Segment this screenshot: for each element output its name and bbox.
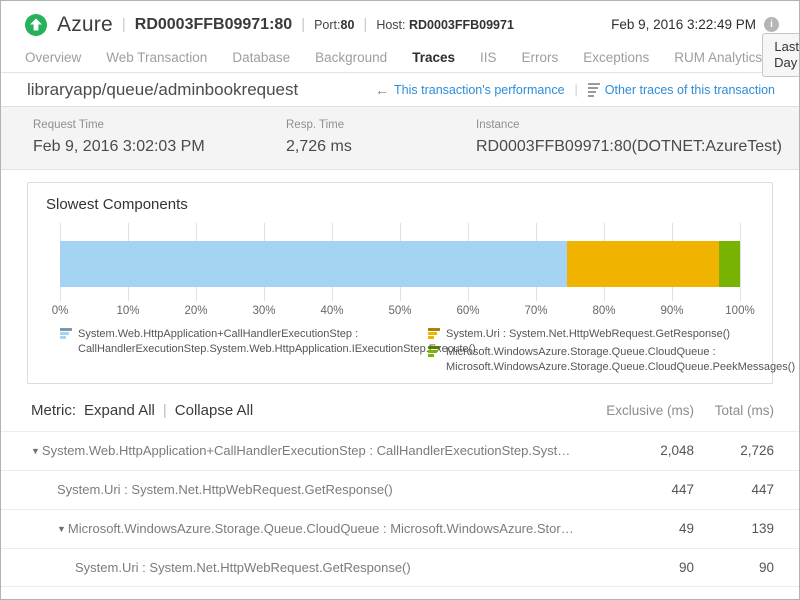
- collapse-arrow-icon[interactable]: ▼: [57, 524, 66, 534]
- exclusive-ms-value: 447: [584, 482, 694, 497]
- instance-value: RD0003FFB09971:80(DOTNET:AzureTest): [476, 138, 782, 156]
- legend-swatch-icon: [428, 346, 440, 375]
- response-time-value: 2,726 ms: [286, 138, 476, 156]
- trace-list-icon: [588, 83, 600, 97]
- header: Azure | RD0003FFB09971:80 | Port:80 | Ho…: [1, 1, 799, 39]
- stacked-bar-chart: 0% 10% 20% 30% 40% 50% 60% 70% 80% 90% 1…: [60, 223, 740, 323]
- separator: |: [575, 83, 578, 97]
- x-tick: 0%: [52, 305, 69, 317]
- app-window: Azure | RD0003FFB09971:80 | Port:80 | Ho…: [0, 0, 800, 600]
- instance-name: RD0003FFB09971:80: [135, 16, 292, 34]
- metric-table-header: Metric: Expand All | Collapse All Exclus…: [1, 394, 799, 431]
- arrow-left-icon: ←: [375, 82, 389, 98]
- current-timestamp: Feb 9, 2016 3:22:49 PM: [611, 17, 756, 32]
- chart-title: Slowest Components: [46, 196, 772, 213]
- slowest-components-panel: Slowest Components 0% 10% 20% 30% 40% 50…: [27, 182, 773, 384]
- separator: |: [122, 16, 126, 33]
- response-time-label: Resp. Time: [286, 119, 476, 131]
- header-time: Feb 9, 2016 3:22:49 PM i: [611, 17, 779, 32]
- expand-all-button[interactable]: Expand All: [84, 402, 155, 419]
- nav-actions: Last 1 Day▼ ≡: [762, 33, 800, 76]
- tab-database[interactable]: Database: [232, 50, 290, 65]
- app-status-icon: [25, 14, 47, 36]
- table-row[interactable]: ▼System.Uri : System.Net.HttpWebRequest.…: [1, 548, 799, 587]
- metric-name: ▼System.Uri : System.Net.HttpWebRequest.…: [31, 482, 584, 497]
- collapse-arrow-icon[interactable]: ▼: [31, 446, 40, 456]
- x-tick: 70%: [524, 305, 547, 317]
- total-ms-value: 447: [694, 482, 774, 497]
- transaction-links: ← This transaction's performance | Other…: [375, 82, 775, 98]
- exclusive-ms-value: 2,048: [584, 443, 694, 458]
- metric-name: ▼Microsoft.WindowsAzure.Storage.Queue.Cl…: [31, 521, 584, 536]
- table-row[interactable]: ▼System.Web.HttpApplication+CallHandlerE…: [1, 431, 799, 470]
- legend-swatch-icon: [428, 328, 440, 342]
- total-column-header: Total (ms): [694, 403, 774, 418]
- instance-label: Instance: [476, 119, 782, 131]
- host-info: Host: RD0003FFB09971: [376, 18, 514, 32]
- total-ms-value: 2,726: [694, 443, 774, 458]
- legend-swatch-icon: [60, 328, 72, 357]
- info-icon[interactable]: i: [764, 17, 779, 32]
- metric-label: Metric:: [31, 402, 76, 419]
- port-info: Port:80: [314, 18, 354, 32]
- instance-cell: Instance RD0003FFB09971:80(DOTNET:AzureT…: [476, 119, 782, 156]
- app-identity: Azure | RD0003FFB09971:80 | Port:80 | Ho…: [25, 13, 514, 37]
- tab-rum-analytics[interactable]: RUM Analytics: [674, 50, 762, 65]
- nav-bar: Overview Web Transaction Database Backgr…: [1, 39, 799, 73]
- metric-table: Metric: Expand All | Collapse All Exclus…: [1, 394, 799, 587]
- table-row[interactable]: ▼System.Uri : System.Net.HttpWebRequest.…: [1, 470, 799, 509]
- total-ms-value: 139: [694, 521, 774, 536]
- collapse-all-button[interactable]: Collapse All: [175, 402, 253, 419]
- x-tick: 100%: [725, 305, 754, 317]
- app-name: Azure: [57, 13, 113, 37]
- legend-item: System.Uri : System.Net.HttpWebRequest.G…: [428, 327, 776, 342]
- separator: |: [301, 16, 305, 33]
- tab-web-transaction[interactable]: Web Transaction: [106, 50, 207, 65]
- legend-item: System.Web.HttpApplication+CallHandlerEx…: [60, 327, 428, 357]
- separator: |: [163, 402, 167, 419]
- x-tick: 90%: [660, 305, 683, 317]
- time-range-dropdown[interactable]: Last 1 Day▼: [762, 33, 800, 76]
- exclusive-ms-value: 49: [584, 521, 694, 536]
- gridline: [740, 223, 741, 301]
- request-time-label: Request Time: [33, 119, 286, 131]
- page-title: libraryapp/queue/adminbookrequest: [27, 80, 298, 100]
- total-ms-value: 90: [694, 560, 774, 575]
- tab-bar: Overview Web Transaction Database Backgr…: [25, 50, 762, 65]
- x-tick: 20%: [184, 305, 207, 317]
- bar-segment-getresponse[interactable]: [567, 241, 719, 287]
- x-tick: 40%: [320, 305, 343, 317]
- metric-controls: Metric: Expand All | Collapse All: [31, 402, 253, 419]
- bar-segment-execute[interactable]: [60, 241, 567, 287]
- exclusive-column-header: Exclusive (ms): [584, 403, 694, 418]
- legend-item: Microsoft.WindowsAzure.Storage.Queue.Clo…: [428, 345, 776, 375]
- request-time-cell: Request Time Feb 9, 2016 3:02:03 PM: [33, 119, 286, 156]
- other-traces-link[interactable]: Other traces of this transaction: [588, 83, 775, 97]
- tab-errors[interactable]: Errors: [522, 50, 559, 65]
- separator: |: [363, 16, 367, 33]
- metric-name: ▼System.Web.HttpApplication+CallHandlerE…: [31, 443, 584, 458]
- bar-segment-peekmessages[interactable]: [719, 241, 740, 287]
- tab-iis[interactable]: IIS: [480, 50, 497, 65]
- x-tick: 10%: [116, 305, 139, 317]
- tab-traces[interactable]: Traces: [412, 50, 455, 65]
- column-headers: Exclusive (ms) Total (ms): [584, 403, 775, 418]
- component-duration-bar: [60, 241, 740, 287]
- transaction-performance-link[interactable]: ← This transaction's performance: [375, 82, 565, 98]
- tab-exceptions[interactable]: Exceptions: [583, 50, 649, 65]
- table-row[interactable]: ▼Microsoft.WindowsAzure.Storage.Queue.Cl…: [1, 509, 799, 548]
- x-tick: 30%: [252, 305, 275, 317]
- x-tick: 50%: [388, 305, 411, 317]
- exclusive-ms-value: 90: [584, 560, 694, 575]
- x-tick: 80%: [592, 305, 615, 317]
- metric-name: ▼System.Uri : System.Net.HttpWebRequest.…: [31, 560, 584, 575]
- transaction-title-row: libraryapp/queue/adminbookrequest ← This…: [1, 73, 799, 106]
- request-time-value: Feb 9, 2016 3:02:03 PM: [33, 138, 286, 156]
- tab-overview[interactable]: Overview: [25, 50, 81, 65]
- tab-background[interactable]: Background: [315, 50, 387, 65]
- x-tick: 60%: [456, 305, 479, 317]
- response-time-cell: Resp. Time 2,726 ms: [286, 119, 476, 156]
- chart-legend: System.Web.HttpApplication+CallHandlerEx…: [60, 327, 740, 375]
- trace-summary-band: Request Time Feb 9, 2016 3:02:03 PM Resp…: [1, 106, 799, 170]
